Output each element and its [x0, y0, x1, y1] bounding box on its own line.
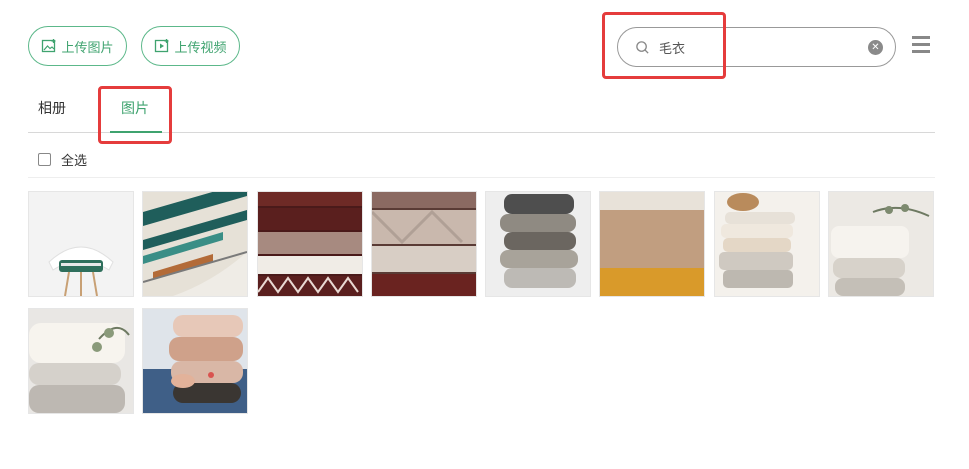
search-box[interactable]: ✕: [617, 27, 896, 67]
image-thumbnail[interactable]: [714, 191, 820, 297]
upload-video-button[interactable]: 上传视频: [141, 26, 240, 66]
active-tab-indicator: [110, 131, 162, 133]
video-upload-icon: [155, 39, 169, 53]
select-all-label: 全选: [61, 154, 88, 169]
select-all[interactable]: 全选: [38, 150, 87, 169]
upload-image-label: 上传图片: [61, 40, 114, 56]
divider: [28, 177, 935, 178]
image-thumbnail[interactable]: [142, 191, 248, 297]
tab-images[interactable]: 图片: [121, 98, 149, 118]
image-thumbnail[interactable]: [371, 191, 477, 297]
image-thumbnail[interactable]: [142, 308, 248, 414]
image-thumbnail[interactable]: [28, 308, 134, 414]
search-input[interactable]: [659, 37, 859, 57]
image-thumbnail[interactable]: [257, 191, 363, 297]
search-icon: [636, 41, 649, 54]
image-thumbnail[interactable]: [28, 191, 134, 297]
image-thumbnail[interactable]: [599, 191, 705, 297]
image-thumbnail[interactable]: [485, 191, 591, 297]
image-thumbnail[interactable]: [828, 191, 934, 297]
tab-album[interactable]: 相册: [38, 98, 66, 118]
select-all-checkbox[interactable]: [38, 153, 51, 166]
tab-bar: 相册 图片: [28, 98, 935, 133]
clear-search-icon[interactable]: ✕: [868, 40, 883, 55]
image-upload-icon: [42, 39, 56, 53]
menu-icon[interactable]: [912, 36, 930, 53]
upload-image-button[interactable]: 上传图片: [28, 26, 127, 66]
upload-video-label: 上传视频: [174, 40, 227, 56]
